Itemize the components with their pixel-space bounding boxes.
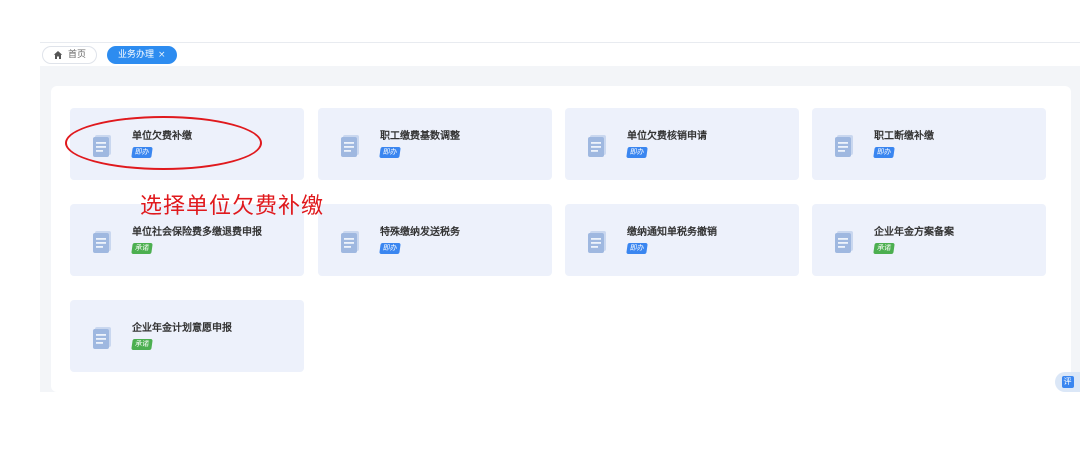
service-card-title: 单位欠费核销申请 (627, 131, 707, 142)
service-card[interactable]: 职工断缴补缴 即办 (812, 108, 1046, 180)
document-icon (338, 132, 364, 158)
header-divider (40, 42, 1080, 43)
close-icon[interactable]: × (158, 47, 166, 63)
service-type-badge: 承诺 (131, 243, 153, 254)
float-evaluate-button[interactable]: 评 (1055, 372, 1080, 392)
service-type-badge: 即办 (379, 147, 401, 158)
service-type-badge: 即办 (626, 147, 648, 158)
service-card-title: 特殊缴纳发送税务 (380, 227, 460, 238)
service-card-title: 职工缴费基数调整 (380, 131, 460, 142)
document-icon (90, 228, 116, 254)
service-card-title: 企业年金方案备案 (874, 227, 954, 238)
annotation-text: 选择单位欠费补缴 (140, 194, 325, 219)
tab-home[interactable]: 首页 (42, 46, 98, 64)
document-icon (832, 132, 858, 158)
home-icon (53, 51, 63, 59)
document-icon (585, 228, 611, 254)
service-type-badge: 承诺 (873, 243, 895, 254)
annotation-ellipse (65, 116, 262, 170)
document-icon (585, 132, 611, 158)
tab-business-label: 业务办理 (118, 50, 155, 60)
service-card-title: 单位社会保险费多缴退费申报 (132, 227, 262, 238)
tab-home-label: 首页 (68, 50, 87, 60)
service-type-badge: 即办 (626, 243, 648, 254)
service-type-badge: 即办 (379, 243, 401, 254)
tab-bar: 首页 业务办理 × (40, 44, 177, 66)
document-icon (338, 228, 364, 254)
service-card[interactable]: 缴纳通知单税务撤销 即办 (565, 204, 799, 276)
document-icon (90, 324, 116, 350)
service-type-badge: 即办 (873, 147, 895, 158)
service-card[interactable]: 企业年金方案备案 承诺 (812, 204, 1046, 276)
service-card[interactable]: 特殊缴纳发送税务 即办 (318, 204, 552, 276)
service-card[interactable]: 单位欠费核销申请 即办 (565, 108, 799, 180)
service-card-title: 企业年金计划意愿申报 (132, 323, 232, 334)
service-card-title: 缴纳通知单税务撤销 (627, 227, 717, 238)
document-icon (832, 228, 858, 254)
service-card-title: 职工断缴补缴 (874, 131, 934, 142)
tab-business[interactable]: 业务办理 × (107, 46, 177, 64)
service-card[interactable]: 企业年金计划意愿申报 承诺 (70, 300, 304, 372)
service-card[interactable]: 职工缴费基数调整 即办 (318, 108, 552, 180)
evaluate-icon: 评 (1061, 376, 1074, 388)
service-type-badge: 承诺 (131, 339, 153, 350)
